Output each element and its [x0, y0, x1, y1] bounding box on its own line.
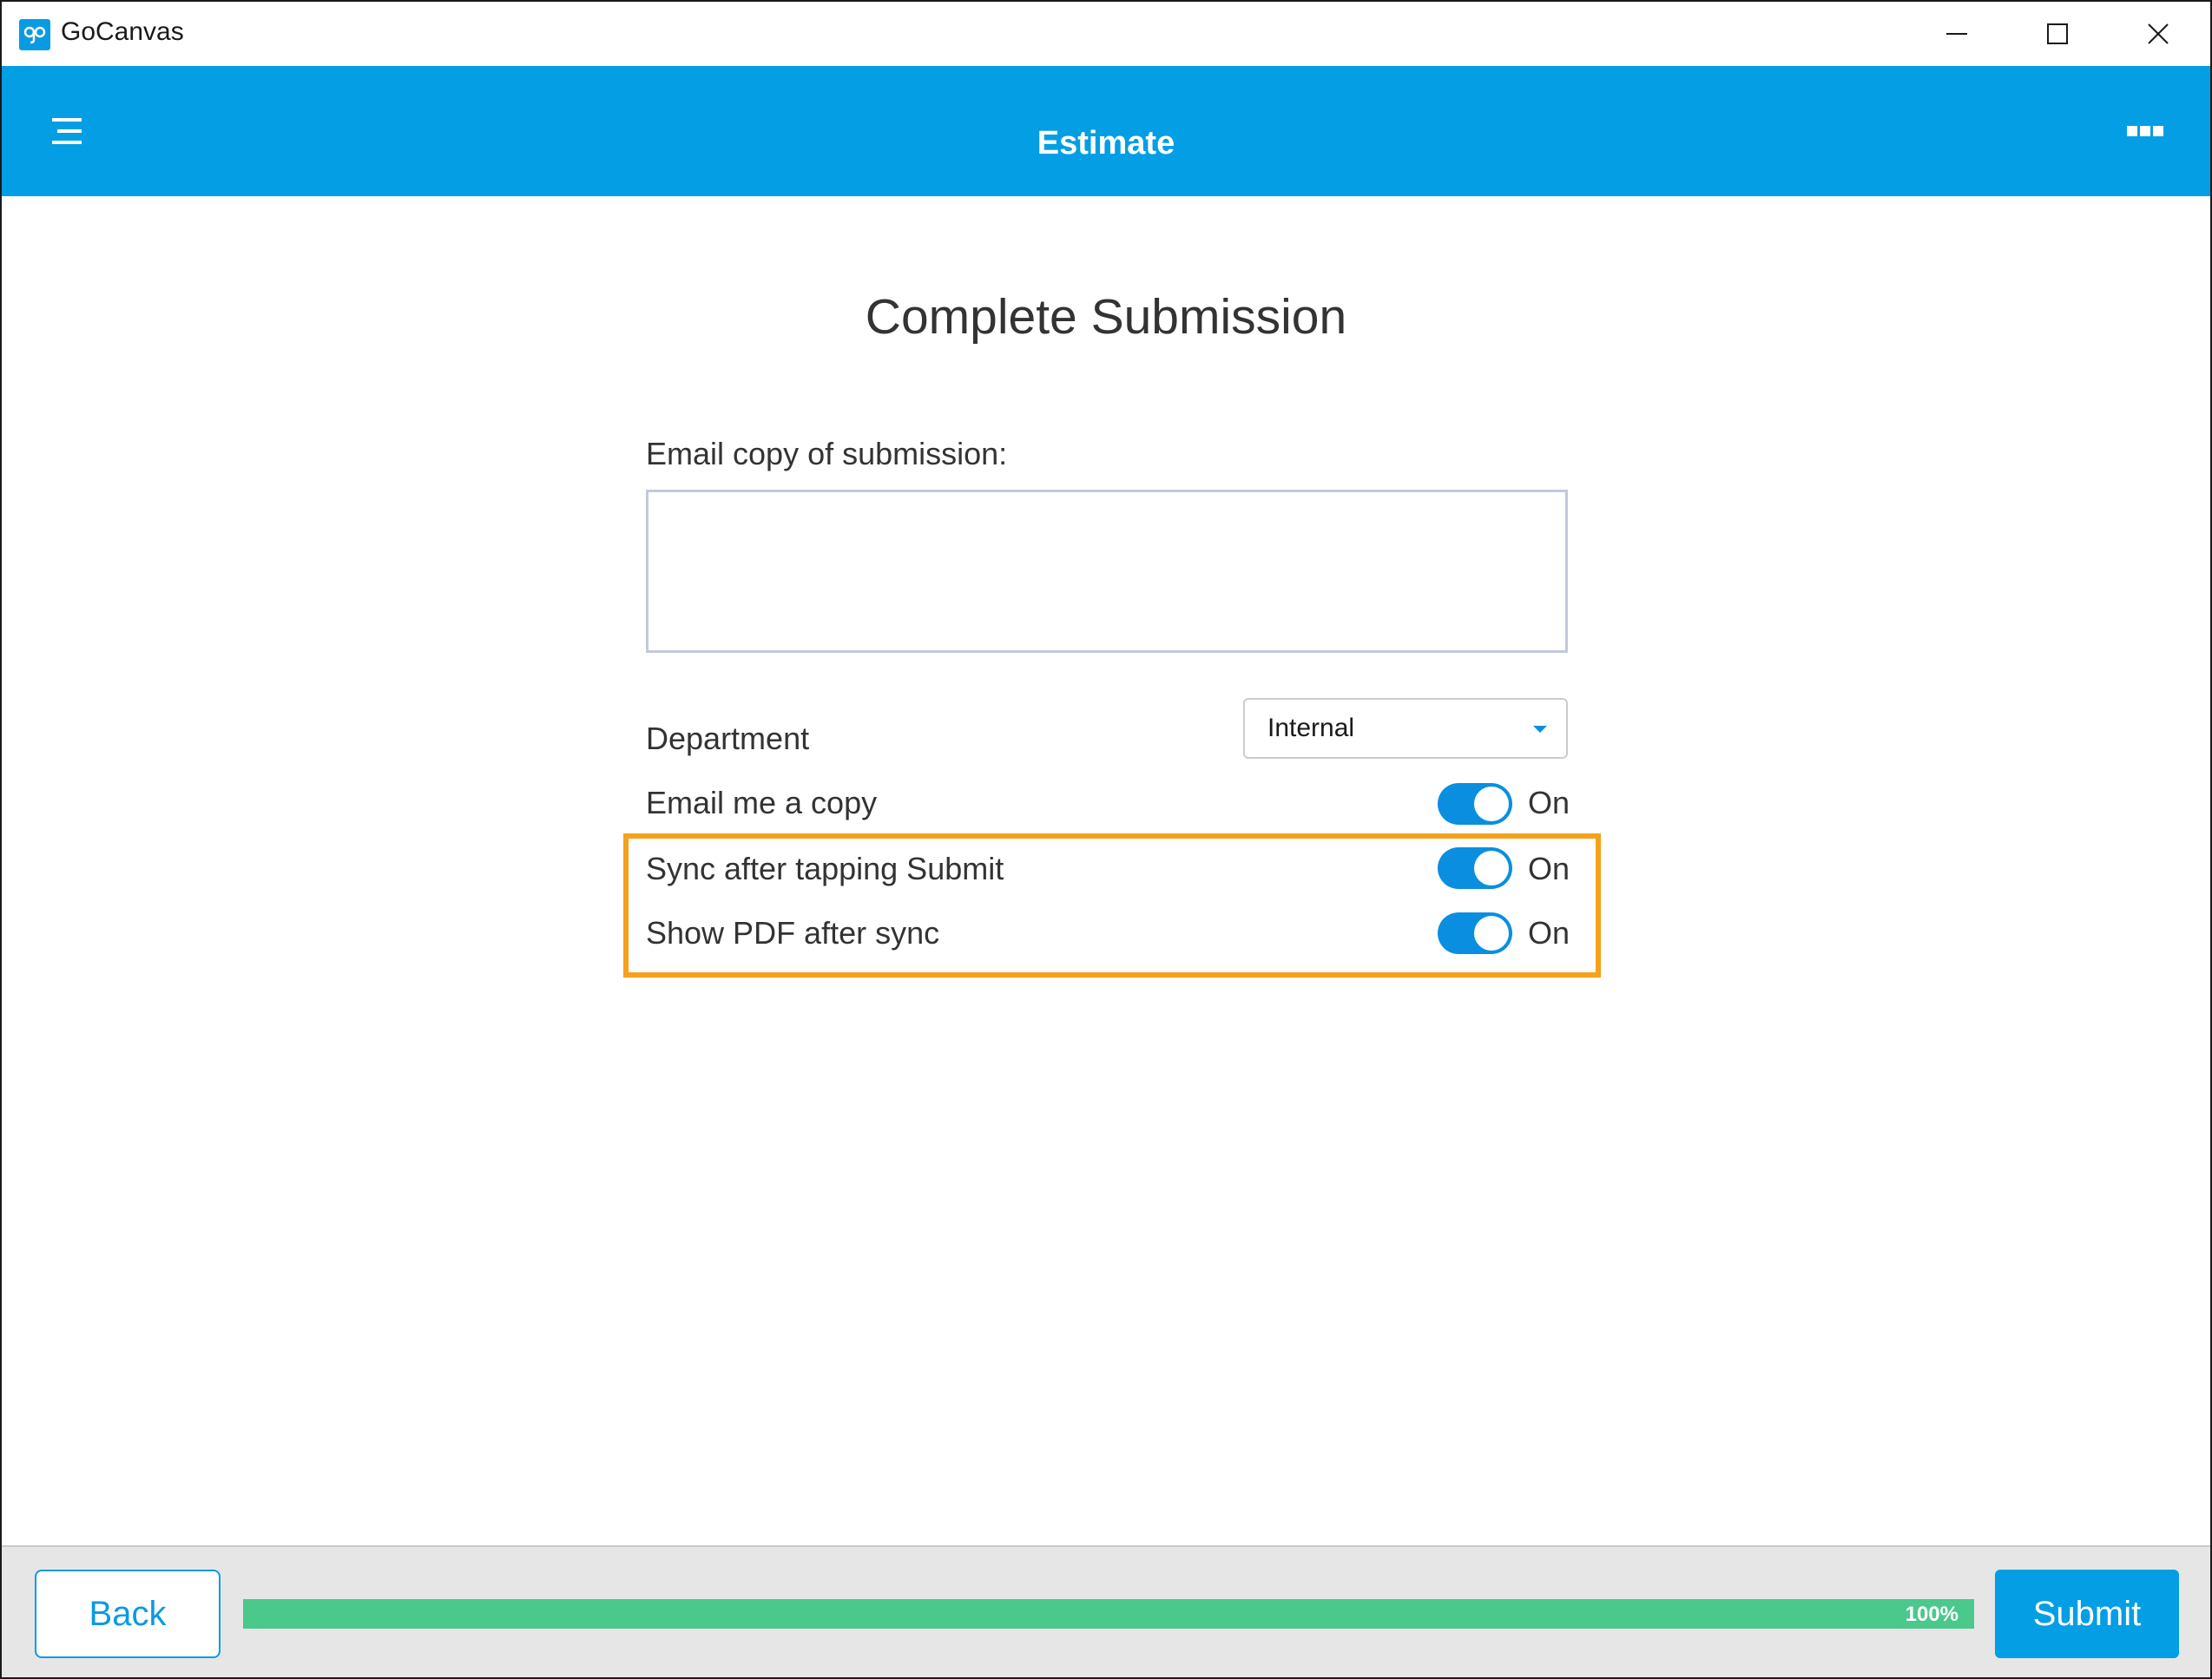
app-window: GoCanvas Estimate Complete Submission Em…: [0, 0, 2212, 1679]
minimize-icon: [1946, 33, 1967, 35]
close-button[interactable]: [2108, 2, 2209, 66]
email-me-copy-state: On: [1528, 785, 1570, 820]
email-copy-input[interactable]: [646, 490, 1568, 653]
more-dots-icon[interactable]: [2125, 123, 2165, 141]
footer-bar: Back 100% Submit: [2, 1545, 2210, 1677]
progress-bar: 100%: [243, 1599, 1974, 1629]
app-header: Estimate: [2, 66, 2210, 196]
department-label: Department: [646, 721, 810, 756]
gocanvas-logo-icon: [19, 19, 50, 50]
progress-fill: [243, 1599, 1974, 1629]
submit-button[interactable]: Submit: [1995, 1570, 2179, 1658]
minimize-button[interactable]: [1906, 2, 2007, 66]
back-button[interactable]: Back: [35, 1570, 221, 1658]
toggle-knob: [1474, 787, 1509, 821]
header-title: Estimate: [1037, 125, 1175, 161]
email-copy-label: Email copy of submission:: [646, 436, 1008, 471]
maximize-icon: [2047, 23, 2068, 44]
close-icon: [2148, 23, 2169, 44]
department-dropdown[interactable]: Internal: [1243, 698, 1568, 759]
page-title: Complete Submission: [865, 289, 1347, 345]
title-bar: GoCanvas: [2, 2, 2210, 66]
highlight-box: [623, 833, 1601, 978]
window-title: GoCanvas: [61, 17, 184, 46]
email-me-copy-label: Email me a copy: [646, 785, 878, 820]
maximize-button[interactable]: [2007, 2, 2108, 66]
chevron-down-icon: [1533, 726, 1547, 733]
department-selected-value: Internal: [1267, 714, 1355, 742]
email-me-copy-toggle[interactable]: [1438, 783, 1512, 825]
progress-text: 100%: [1905, 1603, 1959, 1626]
